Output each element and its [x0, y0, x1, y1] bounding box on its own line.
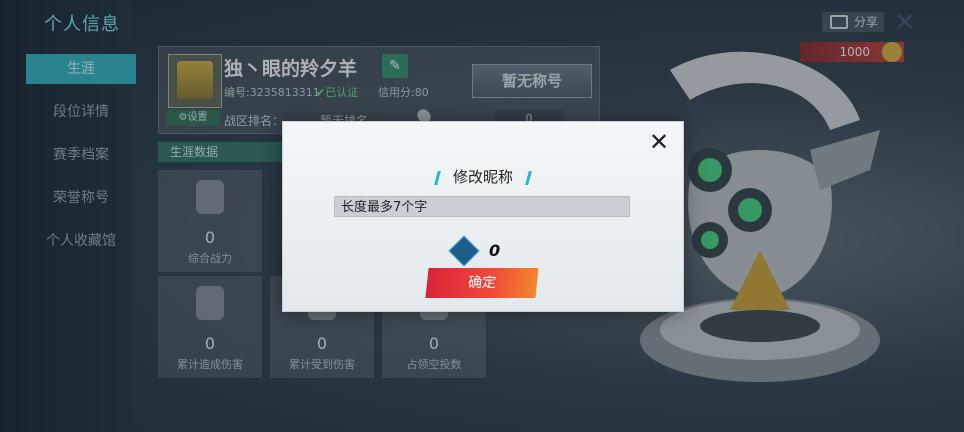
rename-cost: 0: [489, 241, 501, 260]
title-deco-left: [434, 170, 441, 185]
title-deco-right: [525, 170, 532, 185]
close-icon[interactable]: ✕: [649, 130, 669, 154]
rename-dialog: ✕ 修改昵称 长度最多7个字 0 确定: [282, 121, 684, 312]
dialog-title-text: 修改昵称: [452, 168, 513, 186]
dialog-title: 修改昵称: [283, 166, 683, 187]
diamond-icon: [448, 235, 480, 267]
confirm-button[interactable]: 确定: [425, 268, 539, 298]
nickname-input[interactable]: 长度最多7个字: [334, 196, 630, 217]
